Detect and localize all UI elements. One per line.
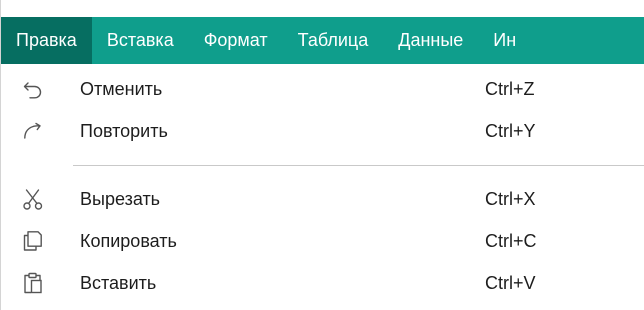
- cut-icon: [21, 187, 45, 211]
- menu-item-shortcut: Ctrl+Y: [485, 120, 536, 141]
- menu-dannye[interactable]: Данные: [383, 17, 478, 64]
- menu-item-copy[interactable]: Копировать Ctrl+C: [1, 220, 644, 262]
- menu-item-shortcut: Ctrl+X: [485, 188, 536, 209]
- menu-item-label: Повторить: [80, 120, 168, 141]
- menu-bar: Правка Вставка Формат Таблица Данные Ин: [1, 17, 644, 64]
- redo-icon: [21, 119, 45, 143]
- menu-item-shortcut: Ctrl+Z: [485, 78, 535, 99]
- menu-vstavka[interactable]: Вставка: [92, 17, 189, 64]
- menu-item-label: Вырезать: [80, 188, 161, 209]
- undo-icon: [21, 77, 45, 101]
- menu-item-cut[interactable]: Вырезать Ctrl+X: [1, 178, 644, 220]
- menu-tablitsa[interactable]: Таблица: [283, 17, 384, 64]
- menu-instrumenty[interactable]: Ин: [478, 17, 531, 64]
- menu-pravka[interactable]: Правка: [1, 17, 92, 64]
- menu-separator: [73, 165, 644, 166]
- menu-item-redo[interactable]: Повторить Ctrl+Y: [1, 110, 644, 152]
- editor-window: Правка Вставка Формат Таблица Данные Ин …: [0, 0, 644, 310]
- edit-dropdown-menu: Отменить Ctrl+Z Повторить Ctrl+Y Вырезат…: [1, 64, 644, 310]
- copy-icon: [21, 229, 45, 253]
- menu-item-shortcut: Ctrl+C: [485, 230, 537, 251]
- menu-item-label: Копировать: [80, 230, 177, 251]
- menu-item-undo[interactable]: Отменить Ctrl+Z: [1, 68, 644, 110]
- menu-item-shortcut: Ctrl+V: [485, 272, 536, 293]
- menu-item-label: Вставить: [80, 272, 157, 293]
- menu-format[interactable]: Формат: [189, 17, 283, 64]
- menu-item-paste[interactable]: Вставить Ctrl+V: [1, 262, 644, 304]
- paste-icon: [21, 271, 45, 295]
- menu-item-label: Отменить: [80, 78, 163, 99]
